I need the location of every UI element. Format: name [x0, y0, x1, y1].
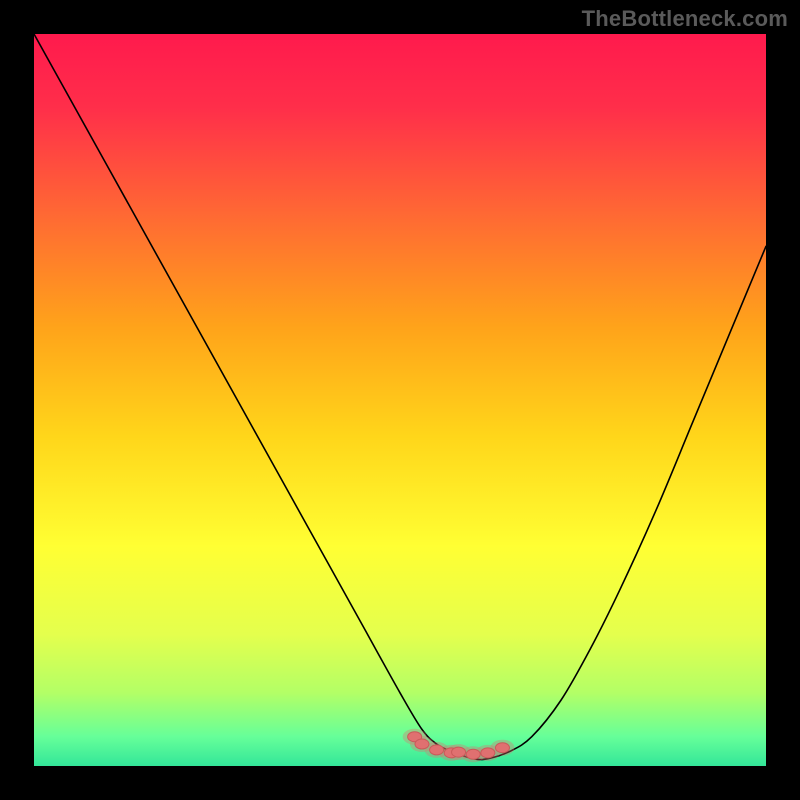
marker-dot: [481, 748, 495, 758]
gradient-background: [34, 34, 766, 766]
marker-dot: [466, 749, 480, 759]
watermark-text: TheBottleneck.com: [582, 6, 788, 32]
chart-frame: TheBottleneck.com: [0, 0, 800, 800]
marker-dot: [430, 745, 444, 755]
marker-dot: [452, 747, 466, 757]
plot-area: [34, 34, 766, 766]
chart-canvas: [34, 34, 766, 766]
marker-dot: [415, 739, 429, 749]
marker-dot: [495, 743, 509, 753]
